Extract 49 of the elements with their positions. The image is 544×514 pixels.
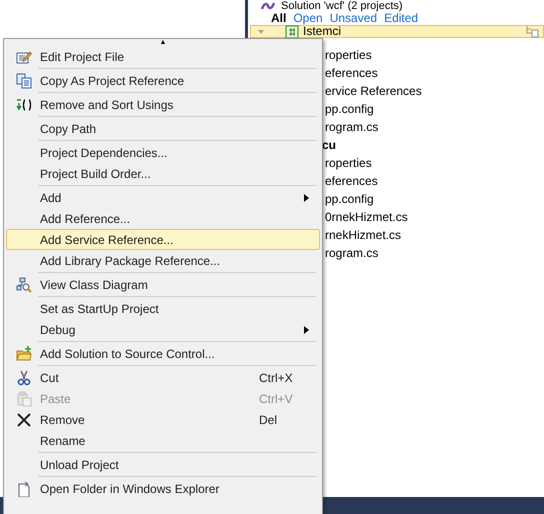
tree-item[interactable]: 0rnekHizmet.cs bbox=[325, 210, 408, 224]
tree-item[interactable]: eferences bbox=[325, 66, 378, 80]
menu-item[interactable]: Edit Project File bbox=[6, 46, 320, 67]
tree-item[interactable]: roperties bbox=[325, 48, 372, 62]
close-icon bbox=[16, 412, 32, 428]
menu-item[interactable]: Open Folder in Windows Explorer bbox=[6, 478, 320, 499]
menu-item[interactable]: Cut Ctrl+X bbox=[6, 367, 320, 388]
expand-arrow-icon[interactable] bbox=[257, 28, 265, 36]
properties-icon[interactable] bbox=[525, 24, 539, 38]
menu-item[interactable]: Add Library Package Reference... bbox=[6, 250, 320, 271]
filter-tab[interactable]: All bbox=[271, 12, 286, 25]
tree-item[interactable]: ervice References bbox=[325, 84, 422, 98]
folder-add-icon bbox=[16, 346, 32, 362]
menu-item[interactable]: Unload Project bbox=[6, 454, 320, 475]
menu-item[interactable]: Project Dependencies... bbox=[6, 142, 320, 163]
filter-tab[interactable]: Unsaved bbox=[330, 12, 378, 25]
menu-item[interactable]: Add Service Reference... bbox=[6, 229, 320, 250]
project-name: cu bbox=[322, 140, 336, 150]
menu-item[interactable]: Copy Path bbox=[6, 118, 320, 139]
scissors-icon bbox=[16, 370, 32, 386]
menu-item[interactable]: Set as StartUp Project bbox=[6, 298, 320, 319]
tree-item[interactable]: pp.config bbox=[325, 102, 374, 116]
csharp-project-icon bbox=[285, 24, 299, 38]
project-name: Istemci bbox=[303, 26, 342, 37]
menu-item[interactable]: Add Reference... bbox=[6, 208, 320, 229]
menu-item[interactable]: Remove and Sort Usings bbox=[6, 94, 320, 115]
menu-item[interactable]: Project Build Order... bbox=[6, 163, 320, 184]
class-diagram-icon bbox=[16, 276, 32, 292]
clipboard-icon bbox=[16, 390, 32, 406]
menu-item[interactable]: Remove Del bbox=[6, 409, 320, 430]
tree-item[interactable]: rogram.cs bbox=[325, 120, 378, 134]
document-icon bbox=[16, 480, 32, 496]
menu-item[interactable]: Debug bbox=[6, 319, 320, 340]
menu-item[interactable]: Rename bbox=[6, 430, 320, 451]
tree-item[interactable]: pp.config bbox=[325, 192, 374, 206]
menu-item[interactable]: Copy As Project Reference bbox=[6, 70, 320, 91]
solution-title: Solution 'wcf' (2 projects) bbox=[281, 0, 403, 12]
copy-icon bbox=[16, 72, 32, 88]
sort-usings-icon bbox=[16, 96, 32, 112]
menu-item[interactable]: Add bbox=[6, 187, 320, 208]
filter-tab[interactable]: Open bbox=[293, 12, 323, 25]
tree-item[interactable]: eferences bbox=[325, 174, 378, 188]
menu-item[interactable]: Add Solution to Source Control... bbox=[6, 343, 320, 364]
tree-item[interactable]: rogram.cs bbox=[325, 246, 378, 260]
tree-item[interactable]: roperties bbox=[325, 156, 372, 170]
project-row[interactable]: Istemci bbox=[250, 25, 544, 38]
tree-item[interactable]: rnekHizmet.cs bbox=[325, 228, 402, 242]
menu-item[interactable]: View Class Diagram bbox=[6, 274, 320, 295]
filter-tab[interactable]: Edited bbox=[384, 12, 418, 25]
